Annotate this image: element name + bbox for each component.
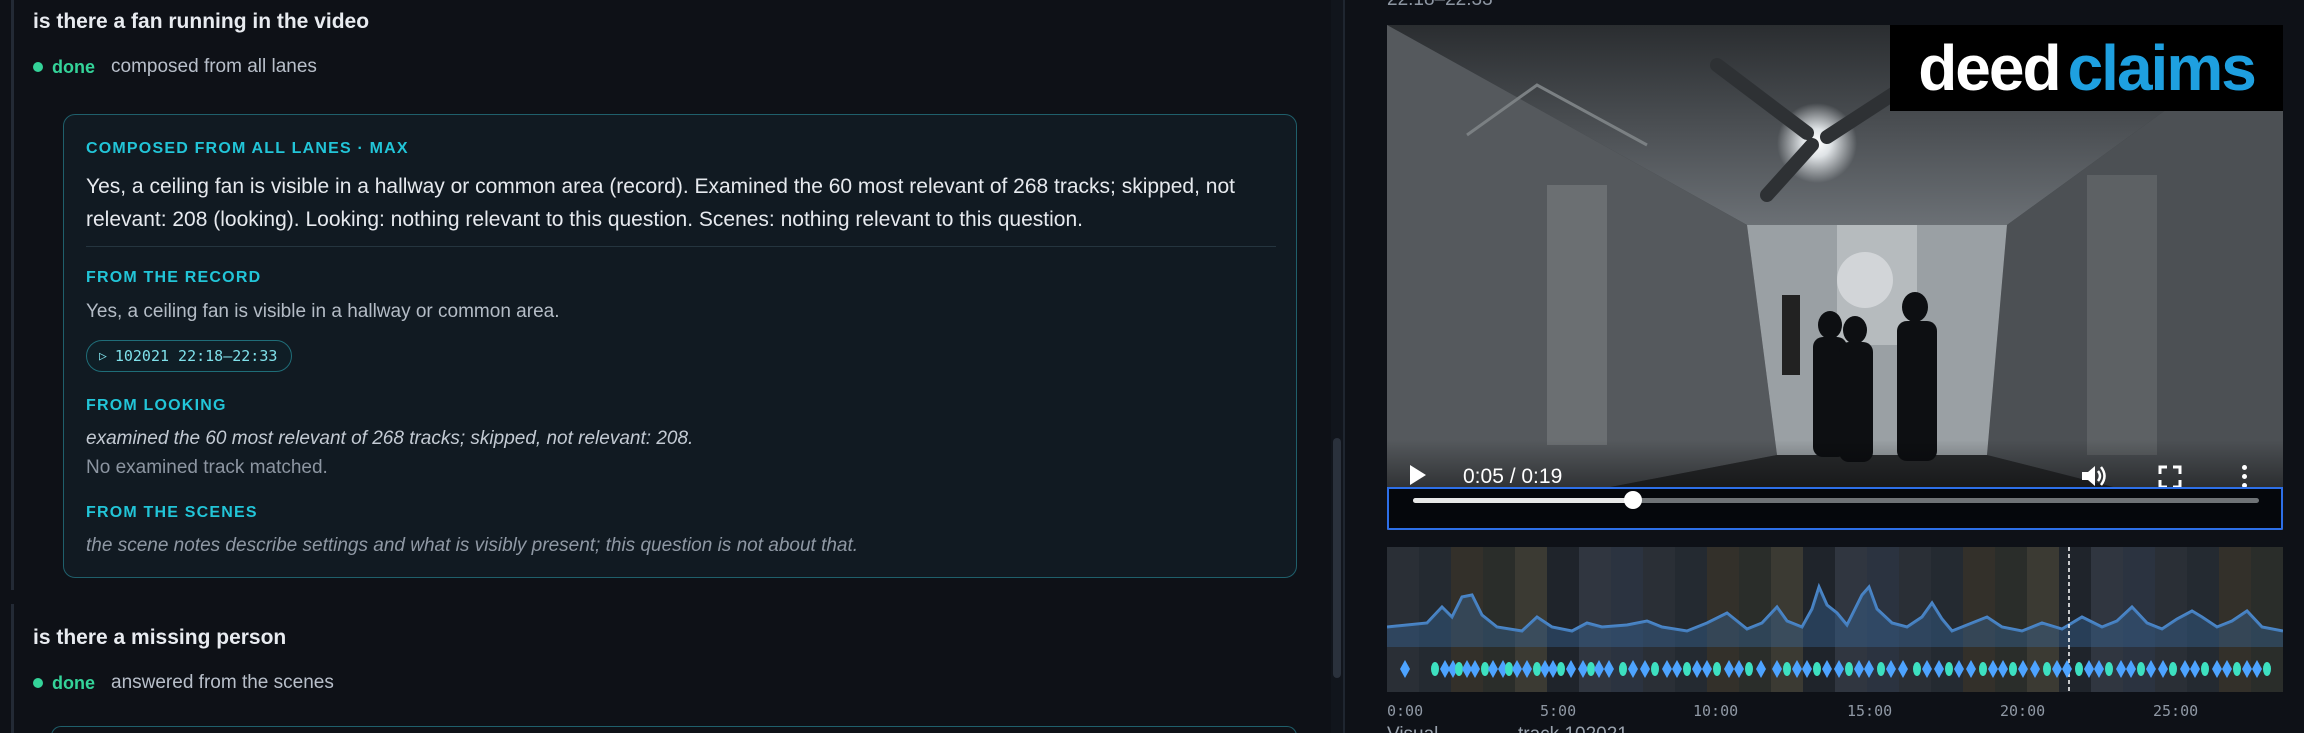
event-marker[interactable] — [1481, 662, 1489, 676]
track-label: track 102021 — [1518, 724, 1628, 733]
fullscreen-icon[interactable] — [2158, 465, 2182, 489]
axis-tick-label: 20:00 — [2000, 702, 2046, 720]
event-marker[interactable] — [1431, 662, 1439, 676]
axis-tick-label: 10:00 — [1693, 702, 1739, 720]
clip-range: 22:18–22:33 — [1387, 0, 1493, 11]
event-marker[interactable] — [1713, 662, 1721, 676]
scenes-text: the scene notes describe settings and wh… — [86, 535, 859, 556]
brand-logo: deed claims — [1890, 25, 2283, 111]
answer-kicker: COMPOSED FROM ALL LANES · MAX — [86, 140, 409, 157]
timeline-strip[interactable] — [1387, 547, 2283, 692]
event-marker[interactable] — [1745, 662, 1753, 676]
event-marker[interactable] — [2105, 662, 2113, 676]
event-marker[interactable] — [2137, 662, 2145, 676]
event-marker[interactable] — [1651, 662, 1659, 676]
event-marker[interactable] — [1913, 662, 1921, 676]
lane-label: Visual — [1387, 724, 1438, 733]
next-answer-card — [51, 726, 1297, 733]
scenes-heading: FROM THE SCENES — [86, 504, 258, 521]
event-marker[interactable] — [2201, 662, 2209, 676]
more-options-icon[interactable] — [2242, 465, 2248, 489]
question-block: is there a fan running in the video done… — [11, 0, 1321, 590]
axis-tick-label: 25:00 — [2153, 702, 2199, 720]
play-icon[interactable] — [1410, 465, 1426, 485]
status-label: done — [52, 672, 95, 693]
record-heading: FROM THE RECORD — [86, 269, 262, 286]
event-marker[interactable] — [1557, 662, 1565, 676]
play-icon: ▷ — [99, 348, 107, 364]
question-status: done composed from all lanes — [33, 56, 317, 78]
video-panel: 22:18–22:33 — [1345, 0, 2304, 733]
event-marker[interactable] — [2263, 662, 2271, 676]
axis-tick-label: 5:00 — [1540, 702, 1577, 720]
event-marker[interactable] — [1587, 662, 1595, 676]
status-note: answered from the scenes — [111, 672, 334, 693]
video-player[interactable]: deed claims 0:05 / 0:19 — [1387, 25, 2283, 530]
clip-chip-label: 102021 22:18–22:33 — [114, 347, 278, 365]
event-marker[interactable] — [1945, 662, 1953, 676]
timeline-thumbnail — [1611, 547, 1643, 692]
axis-tick-label: 15:00 — [1847, 702, 1893, 720]
event-marker[interactable] — [1683, 662, 1691, 676]
status-dot-icon — [33, 678, 43, 688]
seek-handle[interactable] — [1623, 491, 1642, 509]
event-marker[interactable] — [1845, 662, 1853, 676]
event-marker[interactable] — [2169, 662, 2177, 676]
logo-word-2: claims — [2067, 32, 2257, 104]
event-marker[interactable] — [1813, 662, 1821, 676]
logo-word-1: deed — [1918, 32, 2061, 104]
question-title[interactable]: is there a fan running in the video — [33, 10, 369, 34]
question-panel: is there a fan running in the video done… — [0, 0, 1331, 733]
question-rail — [11, 604, 14, 733]
event-marker[interactable] — [1877, 662, 1885, 676]
status-note: composed from all lanes — [111, 56, 317, 77]
seek-progress — [1413, 498, 1633, 503]
looking-result: No examined track matched. — [86, 457, 328, 478]
app: is there a fan running in the video done… — [0, 0, 2304, 733]
volume-icon[interactable] — [2080, 464, 2108, 488]
event-marker[interactable] — [1533, 662, 1541, 676]
event-marker[interactable] — [2233, 662, 2241, 676]
question-rail — [11, 0, 14, 590]
scrollbar-thumb[interactable] — [1333, 438, 1341, 678]
answer-card: COMPOSED FROM ALL LANES · MAX Yes, a cei… — [63, 114, 1297, 578]
event-marker[interactable] — [2075, 662, 2083, 676]
event-marker[interactable] — [1505, 662, 1513, 676]
question-title[interactable]: is there a missing person — [33, 626, 286, 650]
record-text: Yes, a ceiling fan is visible in a hallw… — [86, 301, 560, 322]
looking-examined: examined the 60 most relevant of 268 tra… — [86, 428, 694, 449]
event-marker[interactable] — [1619, 662, 1627, 676]
divider — [86, 246, 1276, 247]
scrollbar[interactable] — [1331, 0, 1343, 733]
event-marker[interactable] — [2043, 662, 2051, 676]
answer-summary: Yes, a ceiling fan is visible in a hallw… — [86, 175, 1235, 231]
time-axis: 0:00 5:00 10:00 15:00 20:00 25:00 — [1387, 702, 2283, 724]
time-display: 0:05 / 0:19 — [1463, 465, 1563, 488]
looking-heading: FROM LOOKING — [86, 397, 227, 414]
status-label: done — [52, 56, 95, 77]
seek-bar-container[interactable] — [1387, 487, 2283, 530]
event-marker[interactable] — [1455, 662, 1463, 676]
axis-tick-label: 0:00 — [1387, 702, 1424, 720]
event-marker[interactable] — [1783, 662, 1791, 676]
event-marker[interactable] — [2009, 662, 2017, 676]
event-marker[interactable] — [1979, 662, 1987, 676]
clip-chip-button[interactable]: ▷ 102021 22:18–22:33 — [86, 340, 293, 372]
status-dot-icon — [33, 62, 43, 72]
question-status: done answered from the scenes — [33, 672, 334, 694]
seek-bar[interactable] — [1413, 491, 2259, 509]
question-block: is there a missing person done answered … — [11, 604, 1321, 733]
